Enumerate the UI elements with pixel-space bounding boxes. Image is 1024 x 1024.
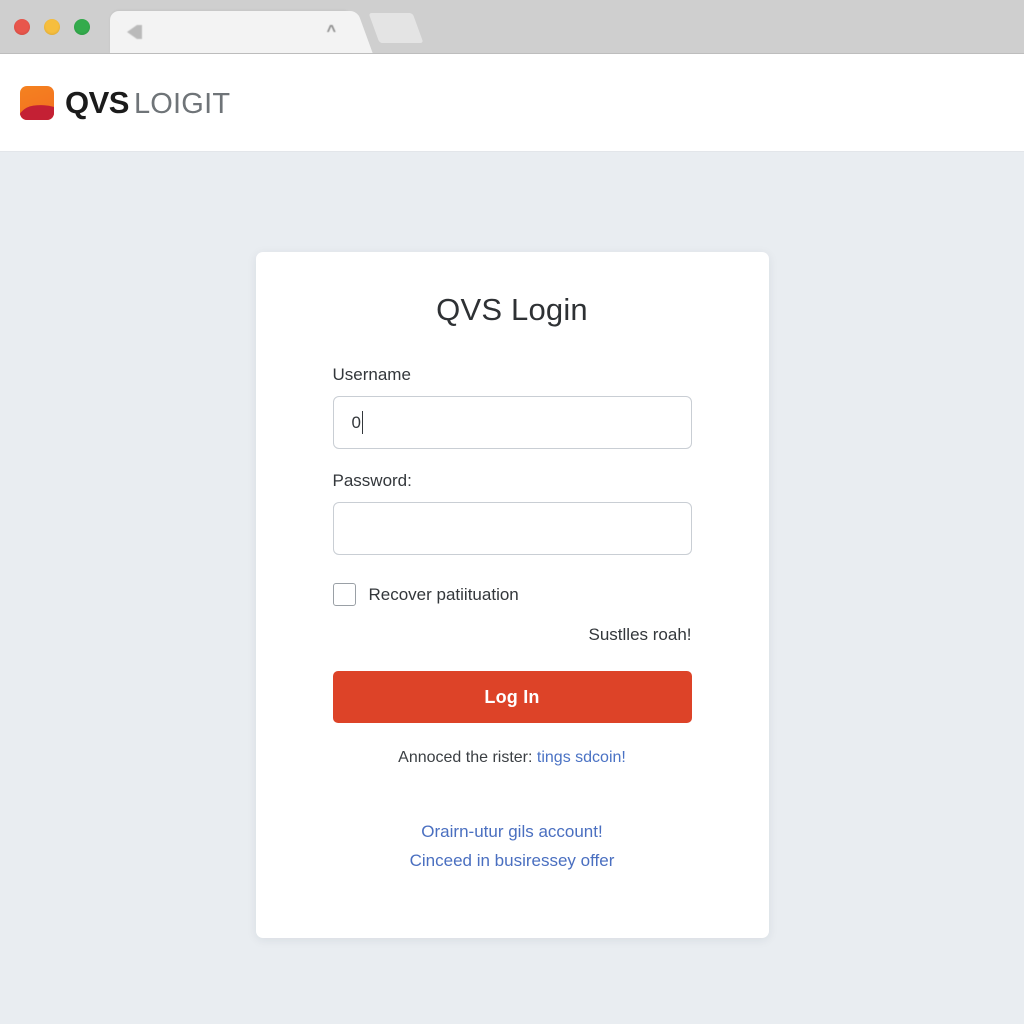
- register-note-link[interactable]: tings sdcoin!: [537, 749, 626, 766]
- username-field-group: Username: [332, 365, 692, 449]
- username-input-wrap: [332, 396, 692, 449]
- page-title: QVS Login: [436, 292, 588, 327]
- page-body: QVS Login Username Password: Recover pat…: [0, 152, 1024, 1024]
- qvs-square-logo-icon: [20, 85, 54, 120]
- business-offer-link[interactable]: Cinceed in busiressey offer: [333, 851, 692, 871]
- minimize-window-button[interactable]: [44, 19, 60, 35]
- maximize-window-button[interactable]: [74, 19, 90, 35]
- recover-checkbox-row[interactable]: Recover patiituation: [332, 583, 692, 606]
- footer-links: Orairn-utur gils account! Cinceed in bus…: [333, 822, 692, 871]
- side-note: Sustlles roah!: [588, 625, 692, 644]
- username-label: Username: [332, 365, 411, 384]
- brand-name-bold: QVS: [65, 84, 129, 120]
- register-note: Annoced the rister: tings sdcoin!: [333, 749, 692, 767]
- brand-wordmark: QVS LOIGIT: [65, 85, 230, 121]
- login-card: QVS Login Username Password: Recover pat…: [255, 252, 769, 938]
- log-in-button[interactable]: Log In: [332, 671, 692, 723]
- brand-logo[interactable]: QVS LOIGIT: [20, 85, 230, 121]
- browser-chrome: ^: [0, 0, 1024, 54]
- password-field-group: Password:: [332, 471, 692, 555]
- tab-strip: ^: [110, 9, 424, 53]
- browser-window: ^ QVS LOIGIT QVS Login Username 0 Passwo…: [0, 0, 1024, 1024]
- password-input[interactable]: [332, 502, 692, 555]
- recover-checkbox[interactable]: [332, 583, 356, 606]
- chevron-up-icon[interactable]: ^: [327, 24, 336, 40]
- register-note-text: Annoced the rister:: [398, 749, 533, 766]
- username-input[interactable]: [332, 396, 692, 449]
- recover-checkbox-label: Recover patiituation: [368, 584, 519, 604]
- brand-name-light: LOIGIT: [133, 87, 231, 120]
- close-window-button[interactable]: [14, 19, 30, 35]
- new-tab-button[interactable]: [368, 12, 424, 43]
- traffic-lights: [14, 19, 90, 35]
- create-account-link[interactable]: Orairn-utur gils account!: [333, 822, 692, 842]
- site-header: QVS LOIGIT: [0, 54, 1024, 152]
- tab-favicon-icon: [126, 22, 146, 42]
- browser-tab[interactable]: ^: [110, 11, 352, 53]
- text-cursor-icon: [361, 411, 364, 434]
- password-label: Password:: [332, 471, 412, 490]
